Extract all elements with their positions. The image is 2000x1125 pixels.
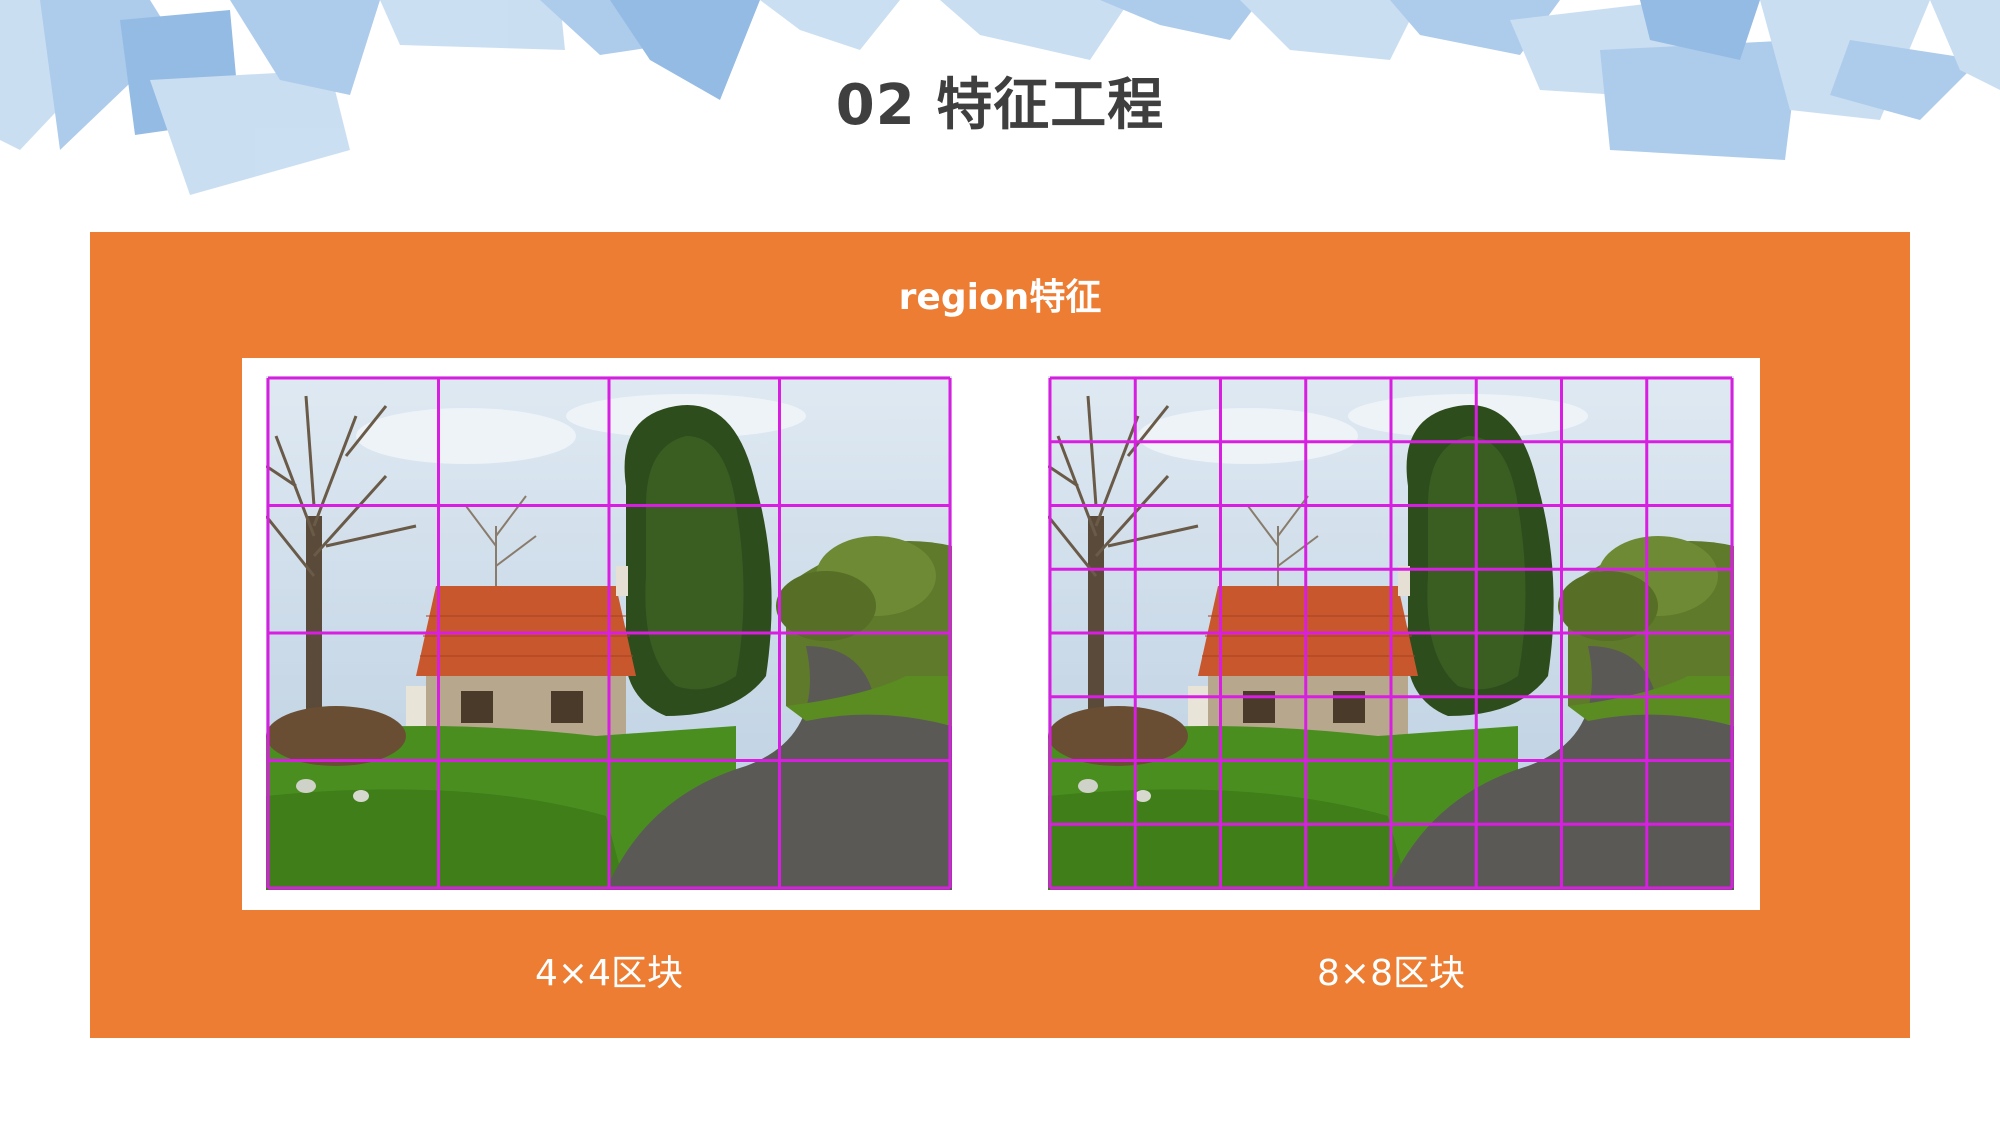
- caption-8x8: 8×8区块: [1317, 953, 1465, 994]
- house-scene-left: [266, 376, 952, 890]
- house-image-4x4-grid: [266, 376, 952, 890]
- house-image-8x8-grid: [1048, 376, 1734, 890]
- house-scene-right: [1048, 376, 1734, 890]
- slide-title: 02 特征工程: [835, 73, 1165, 138]
- content-panel: region特征 4×4区块 8×8区块: [90, 232, 1910, 1038]
- figure-frame: [242, 358, 1760, 910]
- panel-heading: region特征: [898, 277, 1102, 318]
- caption-4x4: 4×4区块: [535, 953, 683, 994]
